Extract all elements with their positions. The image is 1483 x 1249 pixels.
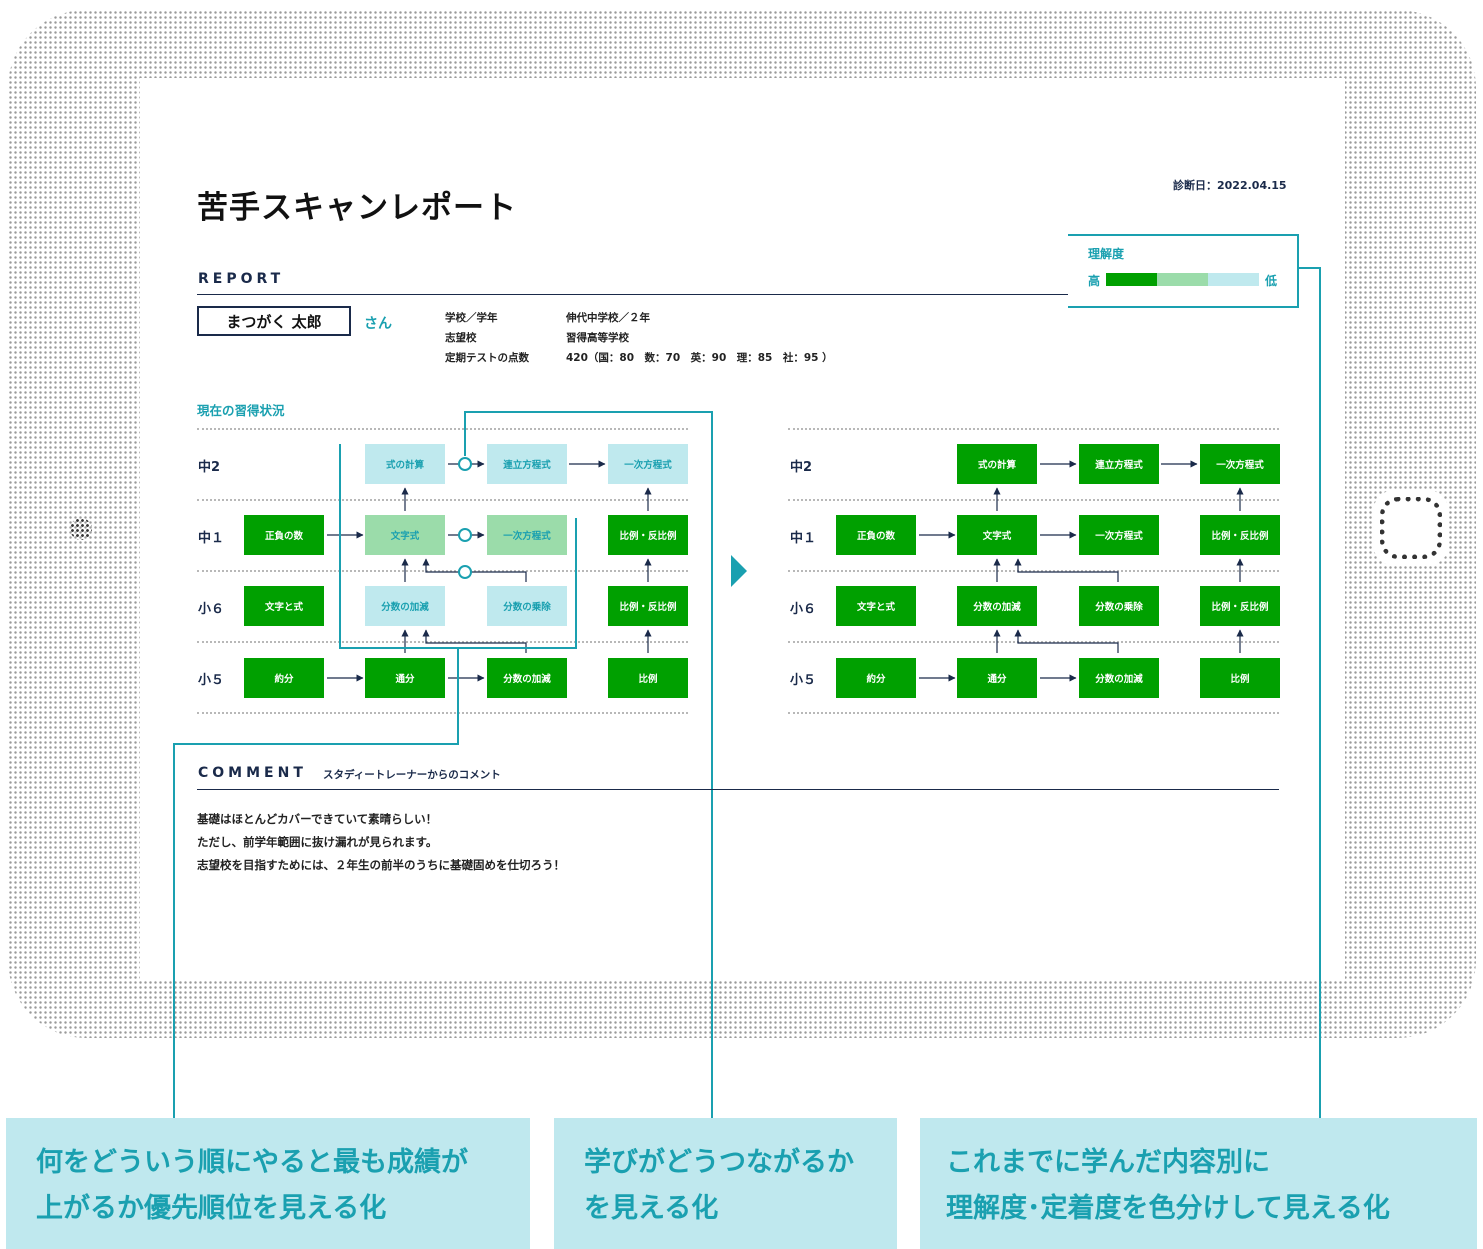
comment-subheading: スタディートレーナーからのコメント (323, 769, 501, 781)
topic-box: 文字式 (957, 515, 1037, 555)
topic-box: 一次方程式 (608, 444, 688, 484)
arrow-right-icon (731, 555, 747, 587)
topic-box: 比例・反比例 (608, 515, 688, 555)
topic-box: 約分 (244, 658, 324, 698)
topic-box: 一次方程式 (1200, 444, 1280, 484)
topic-box: 連立方程式 (487, 444, 567, 484)
topic-box: 文字と式 (836, 586, 916, 626)
callout-connections-line1: 学びがどうつながるか (584, 1147, 854, 1178)
callout-connections-line2: を見える化 (584, 1193, 719, 1224)
topic-box: 式の計算 (365, 444, 445, 484)
topic-box: 約分 (836, 658, 916, 698)
link-circles (458, 457, 472, 579)
topic-box: 分数の加減 (487, 658, 567, 698)
callout-priority-line1: 何をどういう順にやると最も成績が (36, 1147, 468, 1178)
topic-box: 分数の乗除 (1079, 586, 1159, 626)
topic-box: 式の計算 (957, 444, 1037, 484)
topic-box: 比例・反比例 (608, 586, 688, 626)
topic-box: 正負の数 (244, 515, 324, 555)
comment-heading: COMMENT (198, 765, 307, 781)
topic-box: 比例 (608, 658, 688, 698)
comment-line: 基礎はほとんどカバーできていて素晴らしい！ (197, 812, 438, 826)
comment-body: 基礎はほとんどカバーできていて素晴らしい！ ただし、前学年範囲に抜け漏れが見られ… (197, 808, 565, 877)
comment-line: 志望校を目指すためには、２年生の前半のうちに基礎固めを仕切ろう！ (197, 858, 565, 872)
callout-understanding-line2: 理解度･定着度を色分けして見える化 (946, 1193, 1390, 1224)
topic-box: 連立方程式 (1079, 444, 1159, 484)
callout-understanding-line1: これまでに学んだ内容別に (946, 1147, 1270, 1178)
callout-priority-line2: 上がるか優先順位を見える化 (36, 1193, 387, 1224)
callout-understanding: これまでに学んだ内容別に 理解度･定着度を色分けして見える化 (920, 1118, 1477, 1249)
topic-box: 分数の加減 (1079, 658, 1159, 698)
topic-box: 分数の加減 (957, 586, 1037, 626)
topic-box: 通分 (365, 658, 445, 698)
topic-box: 比例・反比例 (1200, 515, 1280, 555)
callout-priority: 何をどういう順にやると最も成績が 上がるか優先順位を見える化 (6, 1118, 530, 1249)
topic-box: 分数の加減 (365, 586, 445, 626)
topic-box: 正負の数 (836, 515, 916, 555)
map-before-connectors (327, 460, 652, 682)
topic-box: 文字式 (365, 515, 445, 555)
topic-box: 分数の乗除 (487, 586, 567, 626)
topic-box: 文字と式 (244, 586, 324, 626)
comment-line: ただし、前学年範囲に抜け漏れが見られます。 (197, 835, 438, 849)
topic-box: 比例・反比例 (1200, 586, 1280, 626)
topic-box: 一次方程式 (487, 515, 567, 555)
comment-divider (197, 789, 1279, 790)
topic-box: 一次方程式 (1079, 515, 1159, 555)
topic-box: 比例 (1200, 658, 1280, 698)
callout-connections: 学びがどうつながるか を見える化 (554, 1118, 897, 1249)
map-after-connectors (919, 460, 1244, 682)
topic-box: 通分 (957, 658, 1037, 698)
